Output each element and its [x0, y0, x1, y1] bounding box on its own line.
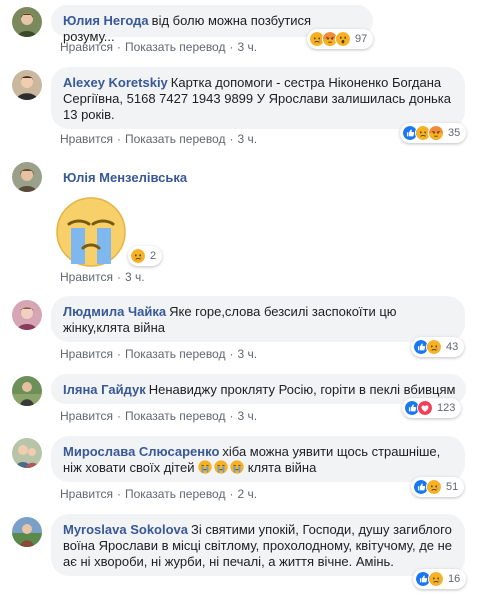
- timestamp[interactable]: 3 ч.: [237, 347, 257, 361]
- comment-author[interactable]: Мирослава Слюсаренко: [63, 444, 219, 459]
- separator-dot: ·: [229, 40, 234, 54]
- love-icon: [417, 400, 433, 416]
- like-link[interactable]: Нравится: [60, 487, 113, 501]
- avatar[interactable]: [12, 162, 42, 192]
- timestamp[interactable]: 3 ч.: [125, 270, 145, 284]
- separator-dot: ·: [116, 132, 121, 146]
- reaction-count: 51: [446, 481, 459, 493]
- reaction-count: 43: [446, 341, 459, 353]
- avatar[interactable]: [12, 438, 42, 468]
- crying-emoji-icon: [214, 460, 228, 474]
- separator-dot: ·: [229, 347, 234, 361]
- like-link[interactable]: Нравится: [60, 270, 113, 284]
- sad-icon: [426, 339, 442, 355]
- separator-dot: ·: [116, 270, 121, 284]
- comment-author[interactable]: Людмила Чайка: [63, 304, 166, 319]
- avatar[interactable]: [12, 376, 42, 406]
- reaction-summary[interactable]: 97: [307, 29, 374, 49]
- separator-dot: ·: [116, 409, 121, 423]
- comment-author[interactable]: Юлія Мензелівська: [63, 170, 187, 185]
- like-link[interactable]: Нравится: [60, 409, 113, 423]
- reaction-summary[interactable]: 16: [413, 569, 467, 589]
- comment-bubble: Іляна Гайдук Ненавиджу прокляту Росію, го…: [51, 374, 466, 404]
- crying-emoji-icon: [230, 460, 244, 474]
- comment-author[interactable]: Myroslava Sokolova: [63, 522, 188, 537]
- comment-bubble: Людмила Чайка Яке горе,слова безсилі засп…: [51, 296, 465, 342]
- comment-text-end: клята війна: [244, 460, 317, 475]
- reaction-summary[interactable]: 51: [411, 477, 465, 497]
- timestamp[interactable]: 3 ч.: [237, 132, 257, 146]
- comment-bubble: Alexey Koretskiy Картка допомоги - сестра…: [51, 67, 465, 129]
- comment-actions: Нравится · Показать перевод · 3 ч.: [60, 347, 257, 361]
- reaction-count: 2: [150, 250, 157, 262]
- comment-actions: Нравится · Показать перевод · 3 ч.: [60, 132, 257, 146]
- avatar[interactable]: [12, 70, 42, 100]
- translate-link[interactable]: Показать перевод: [125, 132, 226, 146]
- comment-bubble: Мирослава Слюсаренко хіба можна уявити що…: [51, 436, 465, 482]
- comment-bubble: Myroslava Sokolova Зі святими упокій, Гос…: [51, 514, 465, 576]
- translate-link[interactable]: Показать перевод: [125, 487, 226, 501]
- timestamp[interactable]: 2 ч.: [237, 487, 257, 501]
- like-link[interactable]: Нравится: [60, 132, 113, 146]
- comment-author[interactable]: Юлия Негода: [63, 13, 149, 28]
- reaction-summary[interactable]: 35: [400, 123, 467, 143]
- crying-sticker: [56, 197, 126, 267]
- like-link[interactable]: Нравится: [60, 40, 113, 54]
- separator-dot: ·: [229, 132, 234, 146]
- comment-actions: Нравится · Показать перевод · 2 ч.: [60, 487, 257, 501]
- sad-icon: [130, 248, 146, 264]
- separator-dot: ·: [229, 409, 234, 423]
- reaction-count: 123: [437, 402, 456, 414]
- comment-author[interactable]: Іляна Гайдук: [63, 382, 146, 397]
- separator-dot: ·: [116, 347, 121, 361]
- avatar[interactable]: [12, 300, 42, 330]
- angry-icon: [428, 125, 444, 141]
- translate-link[interactable]: Показать перевод: [125, 347, 226, 361]
- crying-emoji-icon: [198, 460, 212, 474]
- comment-text: Ненавиджу прокляту Росію, горіти в пеклі…: [148, 382, 456, 397]
- reaction-summary[interactable]: 2: [128, 246, 163, 266]
- separator-dot: ·: [229, 487, 234, 501]
- sad-icon: [428, 571, 444, 587]
- translate-link[interactable]: Показать перевод: [125, 409, 226, 423]
- comment-actions: Нравится · Показать перевод · 3 ч.: [60, 40, 257, 54]
- reaction-count: 97: [355, 33, 368, 45]
- reaction-count: 35: [448, 127, 461, 139]
- comment-actions: Нравится · Показать перевод · 3 ч.: [60, 409, 257, 423]
- comment-actions: Нравится · 3 ч.: [60, 270, 145, 284]
- separator-dot: ·: [116, 487, 121, 501]
- like-link[interactable]: Нравится: [60, 347, 113, 361]
- comment-author[interactable]: Alexey Koretskiy: [63, 75, 168, 90]
- reaction-summary[interactable]: 43: [411, 337, 465, 357]
- wow-icon: [335, 31, 351, 47]
- avatar[interactable]: [12, 7, 42, 37]
- timestamp[interactable]: 3 ч.: [237, 40, 257, 54]
- translate-link[interactable]: Показать перевод: [125, 40, 226, 54]
- sad-icon: [426, 479, 442, 495]
- reaction-count: 16: [448, 573, 461, 585]
- reaction-summary[interactable]: 123: [402, 398, 462, 418]
- timestamp[interactable]: 3 ч.: [237, 409, 257, 423]
- avatar[interactable]: [12, 517, 42, 547]
- separator-dot: ·: [116, 40, 121, 54]
